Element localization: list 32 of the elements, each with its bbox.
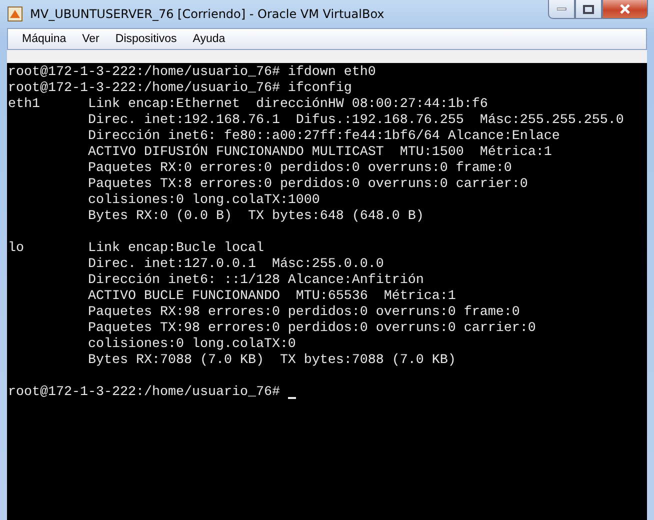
close-button[interactable] — [602, 0, 648, 19]
terminal-line: eth1 Link encap:Ethernet direcciónHW 08:00:27:44:1b:f6 — [8, 97, 489, 113]
text-cursor — [288, 397, 296, 399]
minimize-icon — [556, 7, 566, 11]
terminal-line: Paquetes RX:98 errores:0 perdidos:0 overruns:0 frame:0 — [86, 305, 521, 321]
terminal-line: Bytes RX:0 (0.0 B) TX bytes:648 (648.0 B) — [86, 209, 425, 225]
terminal-line: ACTIVO DIFUSIÓN FUNCIONANDO MULTICAST MTU:1500 Métrica:1 — [86, 145, 553, 161]
terminal-line: Paquetes TX:98 errores:0 perdidos:0 overruns:0 carrier:0 — [86, 321, 537, 337]
terminal-line: Paquetes RX:0 errores:0 perdidos:0 overruns:0 frame:0 — [86, 161, 513, 177]
terminal-line: Dirección inet6: ::1/128 Alcance:Anfitrión — [86, 273, 425, 289]
maximize-icon — [583, 4, 594, 14]
maximize-button[interactable] — [575, 0, 602, 19]
close-icon — [619, 4, 631, 14]
menu-item[interactable]: Ver — [74, 33, 108, 45]
terminal-line: root@172-1-3-222:/home/usuario_76# ifdown eth0 — [8, 65, 377, 81]
menu-item[interactable]: Dispositivos — [107, 33, 185, 45]
terminal-line: lo Link encap:Bucle local — [8, 241, 265, 257]
terminal-line: Dirección inet6: fe80::a00:27ff:fe44:1bf6/64 Alcance:Enlace — [86, 129, 561, 144]
terminal-line: colisiones:0 long.colaTX:0 — [86, 337, 297, 353]
menu-item[interactable]: Ayuda — [184, 33, 234, 45]
terminal-line: Direc. inet:127.0.0.1 Másc:255.0.0.0 — [86, 257, 385, 273]
terminal-line: Bytes RX:7088 (7.0 KB) TX bytes:7088 (7.0 KB) — [86, 353, 457, 369]
terminal-line: Paquetes TX:8 errores:0 perdidos:0 overruns:0 carrier:0 — [86, 177, 529, 193]
minimize-button[interactable] — [548, 0, 575, 19]
terminal-line: root@172-1-3-222:/home/usuario_76# ifconfig — [8, 81, 353, 97]
terminal-line: ACTIVO BUCLE FUNCIONANDO MTU:65536 Métrica:1 — [86, 289, 457, 305]
menu-item[interactable]: Máquina — [14, 33, 74, 45]
terminal-line: Direc. inet:192.168.76.1 Difus.:192.168.76.255 Másc:255.255.255.0 — [86, 113, 625, 129]
window-title: MV_UBUNTUSERVER_76 [Corriendo] - Oracle VM VirtualBox — [30, 7, 384, 21]
terminal-line: colisiones:0 long.colaTX:1000 — [86, 193, 321, 209]
app-icon — [7, 6, 23, 22]
terminal-line: root@172-1-3-222:/home/usuario_76# — [8, 385, 280, 401]
